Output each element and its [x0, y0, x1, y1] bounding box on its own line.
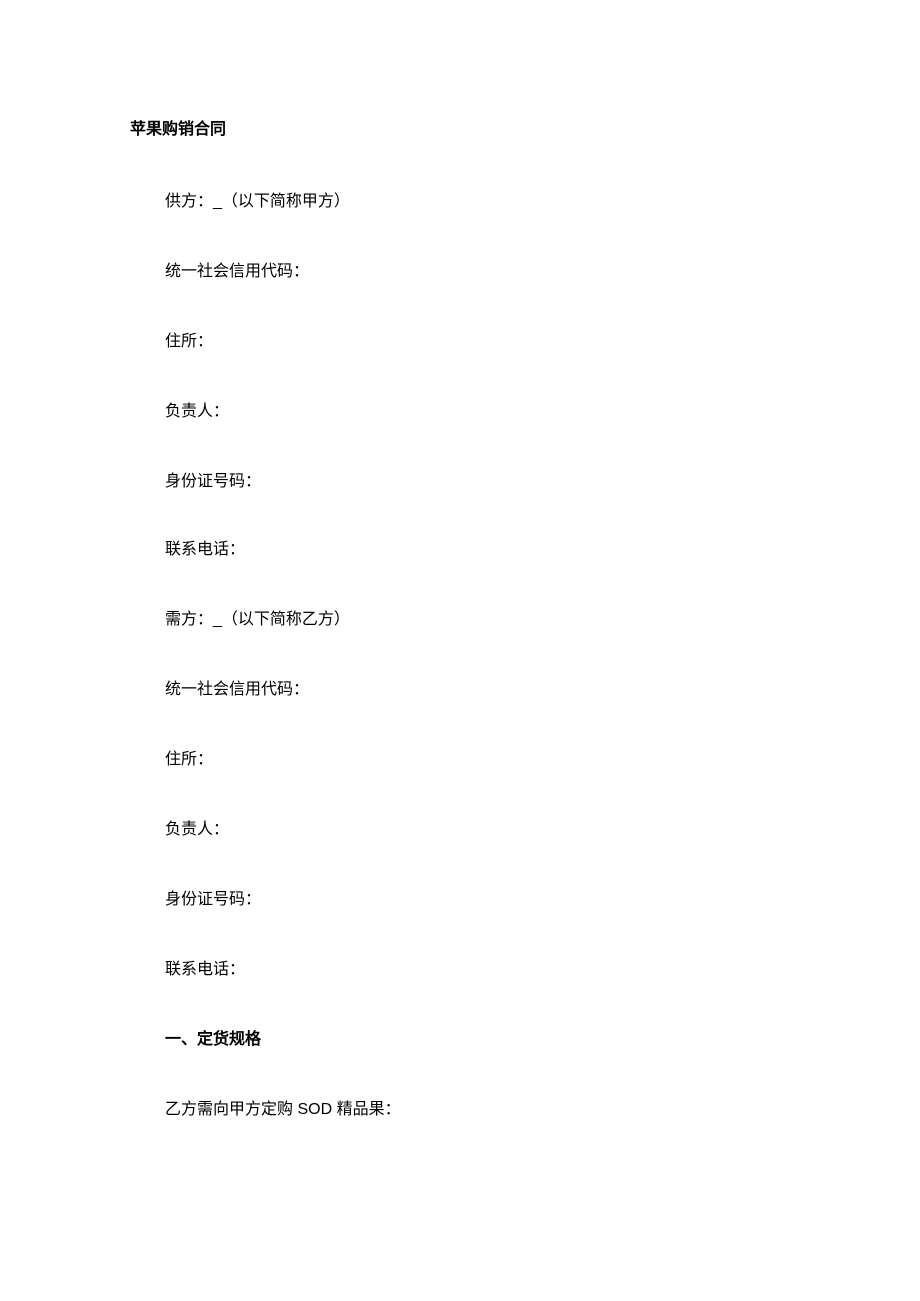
- section-1-heading: 一、定货规格: [165, 1028, 261, 1052]
- party-a-supplier-line: 供方：_（以下简称甲方）: [165, 190, 350, 214]
- document-page: { "title": "苹果购销合同", "partyA": { "line":…: [0, 0, 920, 1301]
- party-a-phone: 联系电话：: [165, 538, 245, 562]
- party-b-uscc: 统一社会信用代码：: [165, 678, 309, 702]
- party-b-address: 住所：: [165, 748, 213, 772]
- contract-title: 苹果购销合同: [130, 118, 226, 142]
- party-a-id-number: 身份证号码：: [165, 470, 261, 494]
- party-a-uscc: 统一社会信用代码：: [165, 260, 309, 284]
- party-b-phone: 联系电话：: [165, 958, 245, 982]
- party-b-id-number: 身份证号码：: [165, 888, 261, 912]
- party-b-principal: 负责人：: [165, 818, 229, 842]
- section-1-content: 乙方需向甲方定购 SOD 精品果：: [165, 1098, 401, 1122]
- party-b-buyer-line: 需方：_（以下简称乙方）: [165, 608, 350, 632]
- party-a-principal: 负责人：: [165, 400, 229, 424]
- party-a-address: 住所：: [165, 330, 213, 354]
